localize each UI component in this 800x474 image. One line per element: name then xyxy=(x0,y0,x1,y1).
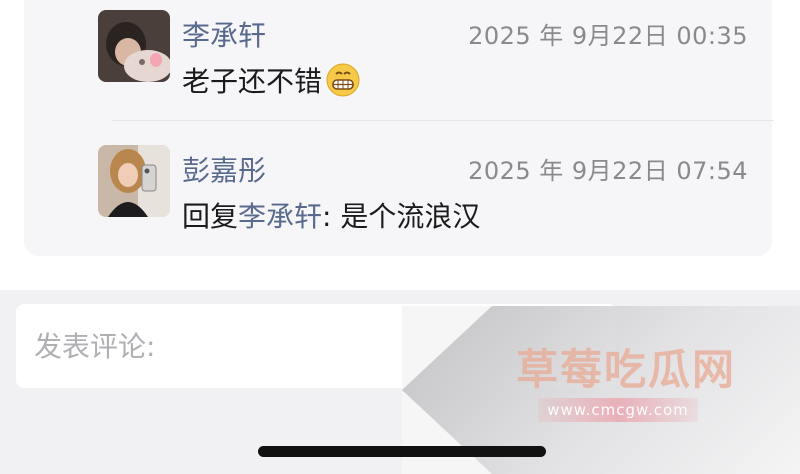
home-indicator[interactable] xyxy=(258,446,546,457)
comment-timestamp: 2025 年 9月22日 00:35 xyxy=(468,22,748,50)
comment-divider xyxy=(112,120,774,121)
comment-timestamp: 2025 年 9月22日 07:54 xyxy=(468,157,748,185)
avatar[interactable] xyxy=(98,10,170,82)
comment-body: 老子还不错 xyxy=(182,65,323,98)
comment-body: 是个流浪汉 xyxy=(340,200,481,233)
reply-prefix: 回复 xyxy=(182,200,239,233)
reply-separator: : xyxy=(322,200,341,233)
watermark-url: www.cmcgw.com xyxy=(538,398,698,422)
comment-text: 老子还不错 xyxy=(182,60,360,104)
avatar[interactable] xyxy=(98,145,170,217)
avatar-photo-icon xyxy=(98,145,170,217)
comments-card: 李承轩 2025 年 9月22日 00:35 老子还不错 彭嘉彤 2025 年 … xyxy=(24,0,774,256)
watermark-title: 草莓吃瓜网 xyxy=(516,345,737,394)
reply-target-author[interactable]: 李承轩 xyxy=(238,200,322,233)
comment-author[interactable]: 李承轩 xyxy=(182,14,266,54)
comment-text: 回复李承轩: 是个流浪汉 xyxy=(182,195,480,235)
comment-author[interactable]: 彭嘉彤 xyxy=(182,149,266,189)
grinning-face-icon xyxy=(326,63,360,104)
avatar-photo-icon xyxy=(98,10,170,82)
